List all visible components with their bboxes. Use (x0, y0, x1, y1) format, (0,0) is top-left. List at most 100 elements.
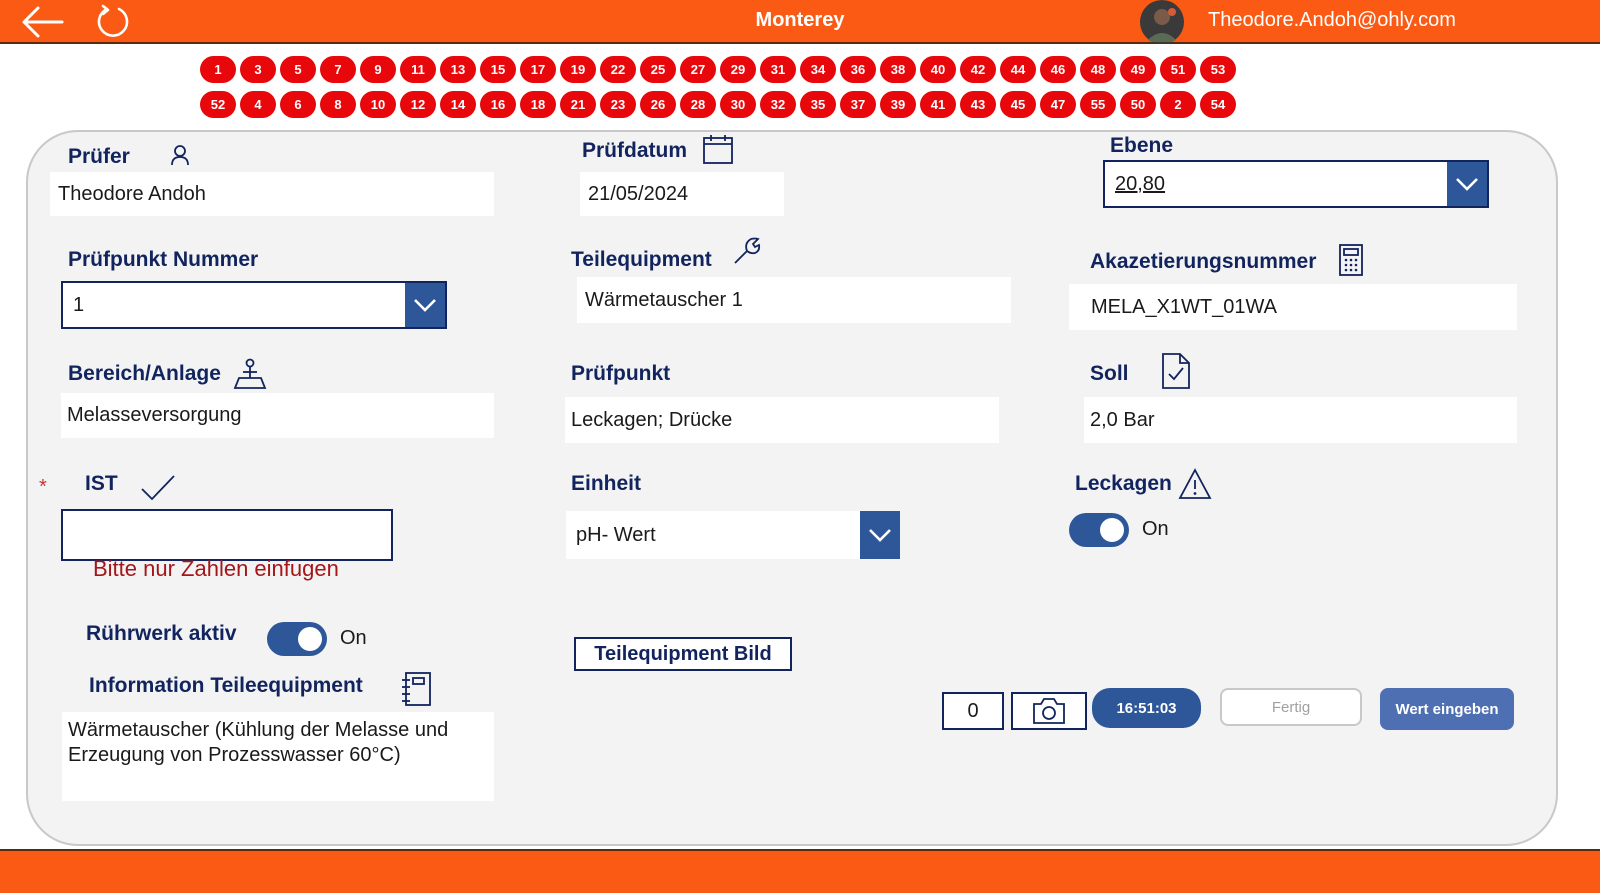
pruefpunkt-badge[interactable]: 51 (1160, 56, 1196, 83)
warning-triangle-icon (1178, 468, 1212, 499)
pruefpunkt-badge[interactable]: 48 (1080, 56, 1116, 83)
pruefpunkt-badge[interactable]: 45 (1000, 91, 1036, 118)
calendar-icon (703, 135, 733, 164)
pruefpunkt-badge[interactable]: 7 (320, 56, 356, 83)
camera-button[interactable] (1011, 692, 1087, 730)
pruefpunkt-badge[interactable]: 4 (240, 91, 276, 118)
ist-input[interactable] (61, 509, 393, 561)
ruehrwerk-toggle-text: On (340, 627, 367, 649)
ruehrwerk-toggle[interactable] (267, 622, 327, 656)
pruefpunkt-badge[interactable]: 18 (520, 91, 556, 118)
ist-label: IST (85, 472, 118, 495)
pruefpunkt-badge[interactable]: 6 (280, 91, 316, 118)
toggle-knob (1100, 518, 1124, 542)
pruefpunkt-badge[interactable]: 16 (480, 91, 516, 118)
photo-count: 0 (942, 692, 1004, 730)
camera-icon (1033, 698, 1065, 724)
leckagen-toggle[interactable] (1069, 513, 1129, 547)
pruefpunkt-badge[interactable]: 2 (1160, 91, 1196, 118)
pruefpunkt-badge[interactable]: 39 (880, 91, 916, 118)
pruefpunkt-badge[interactable]: 12 (400, 91, 436, 118)
soll-field[interactable]: 2,0 Bar (1084, 397, 1517, 443)
pruefpunkt-badge[interactable]: 17 (520, 56, 556, 83)
pruefpunkt-badge[interactable]: 43 (960, 91, 996, 118)
ruehrwerk-label: Rührwerk aktiv (86, 622, 237, 645)
toggle-knob (298, 627, 322, 651)
pruefpunkt-badge[interactable]: 8 (320, 91, 356, 118)
wert-eingeben-button[interactable]: Wert eingeben (1380, 688, 1514, 730)
pruefpunkt-badge[interactable]: 23 (600, 91, 636, 118)
pruefpunkt-badge[interactable]: 54 (1200, 91, 1236, 118)
pruefpunkt-badge[interactable]: 13 (440, 56, 476, 83)
pruefpunkt-badge[interactable]: 37 (840, 91, 876, 118)
refresh-icon[interactable] (95, 4, 131, 40)
pruefdatum-field[interactable]: 21/05/2024 (580, 172, 784, 216)
pruefpunkt-badge[interactable]: 5 (280, 56, 316, 83)
pruefpunkt-badge[interactable]: 53 (1200, 56, 1236, 83)
pruefpunkt-badge[interactable]: 11 (400, 56, 436, 83)
pruefpunkt-badge[interactable]: 3 (240, 56, 276, 83)
teilequipment-label: Teilequipment (571, 248, 712, 271)
pruefpunkt-badge[interactable]: 46 (1040, 56, 1076, 83)
pruefdatum-label: Prüfdatum (582, 139, 687, 162)
pruefpunkt-nummer-dropdown[interactable]: 1 (61, 281, 447, 329)
pruefpunkt-nummer-value: 1 (73, 293, 85, 316)
pruefpunkt-badge[interactable]: 38 (880, 56, 916, 83)
bereich-field[interactable]: Melasseversorgung (61, 393, 494, 438)
fertig-button[interactable]: Fertig (1220, 688, 1362, 726)
pruefpunkt-badge[interactable]: 30 (720, 91, 756, 118)
chevron-down-icon[interactable] (860, 511, 900, 559)
teilequipment-field[interactable]: Wärmetauscher 1 (577, 277, 1011, 323)
user-email: Theodore.Andoh@ohly.com (1208, 9, 1456, 31)
pruefpunkt-badge[interactable]: 35 (800, 91, 836, 118)
pruefpunkt-badge[interactable]: 15 (480, 56, 516, 83)
akazetierungsnummer-field[interactable]: MELA_X1WT_01WA (1069, 284, 1517, 330)
pruefpunkt-badge[interactable]: 22 (600, 56, 636, 83)
pruefpunkt-badge[interactable]: 42 (960, 56, 996, 83)
pruefpunkt-badge[interactable]: 29 (720, 56, 756, 83)
badge-row-2: 52 4 6 8 10 12 14 16 18 21 23 26 28 30 32 35 37 39 41 43 45 4… (200, 91, 1240, 118)
pruefpunkt-badge[interactable]: 36 (840, 56, 876, 83)
pruefpunkt-badge[interactable]: 34 (800, 56, 836, 83)
pruefpunkt-badge[interactable]: 27 (680, 56, 716, 83)
pruefpunkt-badge[interactable]: 1 (200, 56, 236, 83)
pruefpunkt-badge[interactable]: 28 (680, 91, 716, 118)
ebene-value: 20,80 (1115, 172, 1166, 195)
pruefpunkt-badge[interactable]: 25 (640, 56, 676, 83)
pruefpunkt-nummer-label: Prüfpunkt Nummer (68, 248, 259, 271)
checkmark-icon (141, 475, 175, 501)
pruefpunkt-field[interactable]: Leckagen; Drücke (565, 397, 999, 443)
pruefpunkt-badge[interactable]: 44 (1000, 56, 1036, 83)
pruefpunkt-badge[interactable]: 40 (920, 56, 956, 83)
badge-row-1: 1 3 5 7 9 11 13 15 17 19 22 25 27 29 31 34 36 38 40 42 44 46 4… (200, 56, 1240, 83)
chevron-down-icon[interactable] (1447, 162, 1487, 206)
pruefpunkt-badge[interactable]: 49 (1120, 56, 1156, 83)
site-plant-icon (233, 358, 267, 389)
pruefpunkt-badge[interactable]: 55 (1080, 91, 1116, 118)
ebene-dropdown[interactable]: 20,80 (1103, 160, 1489, 208)
leckagen-label: Leckagen (1075, 472, 1172, 495)
information-field[interactable]: Wärmetauscher (Kühlung der Melasse und E… (62, 712, 494, 801)
pruefpunkt-badge[interactable]: 47 (1040, 91, 1076, 118)
pruefpunkt-badge[interactable]: 21 (560, 91, 596, 118)
pruefpunkt-badge[interactable]: 10 (360, 91, 396, 118)
required-asterisk: * (39, 476, 47, 498)
pruefpunkt-badge[interactable]: 19 (560, 56, 596, 83)
pruefpunkt-badge[interactable]: 32 (760, 91, 796, 118)
pruefpunkt-badge[interactable]: 14 (440, 91, 476, 118)
document-check-icon (1162, 353, 1190, 389)
einheit-dropdown[interactable]: pH- Wert (566, 511, 900, 559)
pruefpunkt-badge[interactable]: 31 (760, 56, 796, 83)
pruefpunkt-badge[interactable]: 26 (640, 91, 676, 118)
footer-bar (0, 849, 1600, 893)
pruefer-field[interactable]: Theodore Andoh (50, 172, 494, 216)
bereich-label: Bereich/Anlage (68, 362, 221, 385)
pruefpunkt-badge[interactable]: 52 (200, 91, 236, 118)
back-arrow-icon[interactable] (18, 4, 64, 40)
pruefpunkt-badge[interactable]: 9 (360, 56, 396, 83)
pruefpunkt-badge[interactable]: 41 (920, 91, 956, 118)
pruefpunkt-badge[interactable]: 50 (1120, 91, 1156, 118)
chevron-down-icon[interactable] (405, 283, 445, 327)
notebook-icon (402, 672, 431, 706)
teilequipment-bild-button[interactable]: Teilequipment Bild (574, 637, 792, 671)
